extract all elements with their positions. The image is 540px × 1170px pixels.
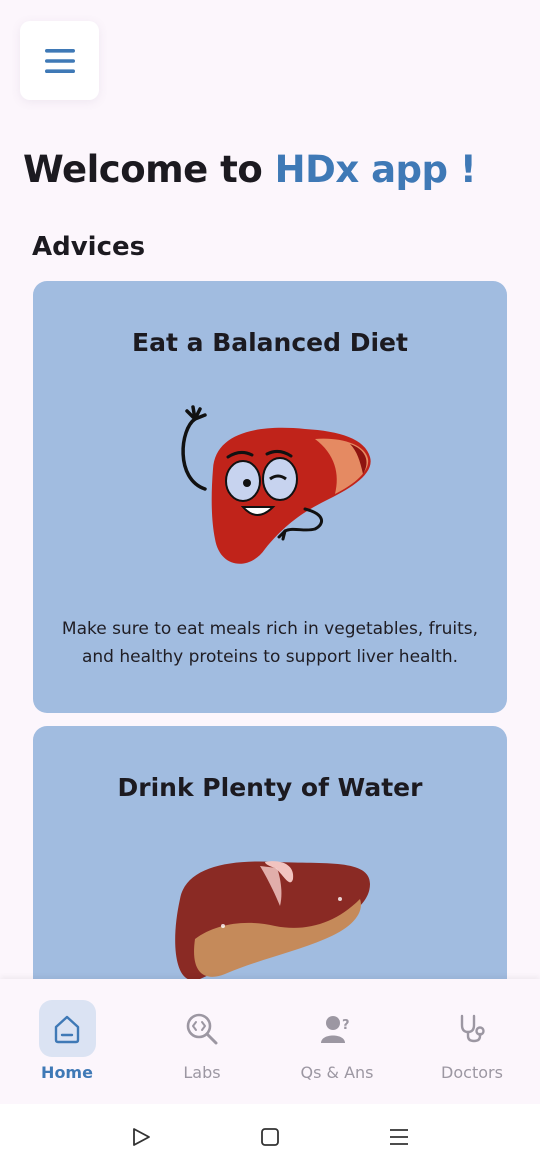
user-question-icon: ? [321, 1015, 350, 1043]
welcome-prefix: Welcome to [23, 148, 275, 191]
advice-card-description: Make sure to eat meals rich in vegetable… [61, 619, 479, 667]
nav-label: Doctors [441, 1063, 503, 1082]
welcome-heading: Welcome to HDx app ! [23, 144, 477, 196]
menu-button[interactable] [20, 21, 99, 100]
home-square-icon[interactable] [259, 1126, 281, 1148]
bottom-navigation: Home Labs ? Qs & Ans Doctors [0, 979, 540, 1104]
svg-text:?: ? [342, 1018, 350, 1033]
nav-item-home[interactable]: Home [12, 1000, 122, 1090]
nav-item-doctors[interactable]: Doctors [417, 1000, 527, 1090]
nav-icon-container [174, 1000, 231, 1057]
nav-icon-container: ? [309, 1000, 366, 1057]
advice-card-title: Drink Plenty of Water [117, 773, 423, 802]
advice-card-title: Eat a Balanced Diet [132, 328, 408, 357]
system-navigation-bar [0, 1104, 540, 1170]
nav-item-labs[interactable]: Labs [147, 1000, 257, 1090]
back-triangle-icon[interactable] [130, 1126, 152, 1148]
app-brand-name: HDx app ! [274, 148, 477, 191]
recent-lines-icon[interactable] [388, 1126, 410, 1148]
nav-icon-container [38, 1000, 96, 1057]
advices-list[interactable]: Eat a Balanced Diet Make sure to eat mea… [0, 270, 540, 979]
nav-label: Home [41, 1063, 93, 1082]
nav-icon-container [444, 1000, 501, 1057]
advice-card[interactable]: Eat a Balanced Diet Make sure to eat mea… [33, 281, 507, 713]
nav-label: Labs [183, 1063, 221, 1082]
stethoscope-icon [460, 1014, 485, 1042]
app-screen: Welcome to HDx app ! Advices Eat a Balan… [0, 0, 540, 1170]
nav-item-qs-ans[interactable]: ? Qs & Ans [282, 1000, 392, 1090]
liver-illustration [175, 861, 370, 979]
hamburger-menu-icon [44, 48, 75, 73]
happy-liver-illustration [181, 405, 371, 564]
advice-card[interactable]: Drink Plenty of Water [33, 726, 507, 979]
lab-search-icon [186, 1013, 218, 1044]
advices-section-title: Advices [32, 232, 146, 262]
nav-label: Qs & Ans [300, 1063, 374, 1082]
home-icon [54, 1015, 80, 1043]
